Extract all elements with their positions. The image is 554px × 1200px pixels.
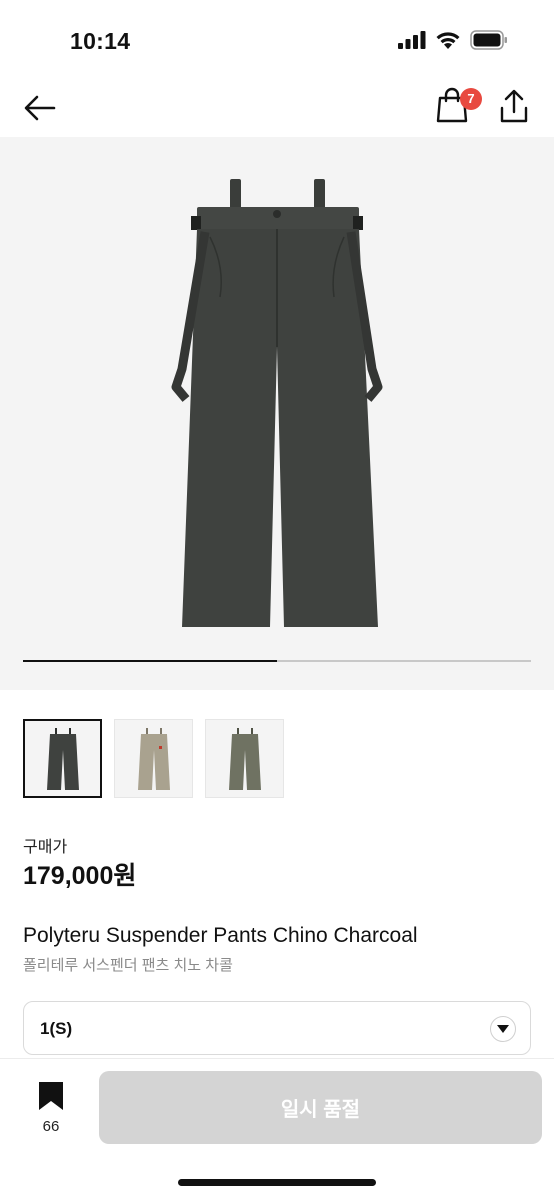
- thumbnail-khaki[interactable]: [205, 719, 284, 798]
- pants-thumbnail-image: [46, 727, 79, 790]
- battery-icon: [470, 30, 507, 50]
- cart-count-badge: 7: [460, 88, 482, 110]
- product-title-ko: 폴리테루 서스펜더 팬츠 치노 차콜: [23, 957, 233, 974]
- wifi-icon: [436, 32, 460, 49]
- pants-thumbnail-image: [228, 727, 261, 790]
- home-indicator: [178, 1179, 376, 1186]
- share-button[interactable]: [498, 88, 530, 124]
- price-label: 구매가: [23, 839, 68, 856]
- pants-thumbnail-image: [137, 727, 170, 790]
- back-arrow-icon: [24, 95, 56, 121]
- status-bar: 10:14: [0, 0, 554, 80]
- carousel-progress-fill: [23, 660, 277, 662]
- sold-out-button[interactable]: 일시 품절: [99, 1071, 542, 1144]
- product-image: [171, 179, 383, 627]
- status-icons: [398, 30, 508, 50]
- chevron-down-icon: [497, 1025, 509, 1033]
- signal-icon: [398, 31, 426, 49]
- top-nav: 7: [0, 80, 554, 136]
- color-thumbnails: [23, 719, 284, 798]
- bookmark-count: 66: [42, 1118, 60, 1135]
- cart-button[interactable]: 7: [436, 86, 482, 126]
- price: 179,000원: [23, 862, 137, 890]
- share-icon: [500, 89, 528, 123]
- size-select[interactable]: 1(S): [23, 1001, 531, 1055]
- product-image-carousel[interactable]: [0, 137, 554, 690]
- back-button[interactable]: [22, 90, 58, 126]
- bookmark-icon: [39, 1082, 63, 1110]
- size-selected-value: 1(S): [40, 1019, 73, 1038]
- product-title-en: Polyteru Suspender Pants Chino Charcoal: [23, 924, 418, 947]
- status-time: 10:14: [70, 28, 131, 54]
- size-dropdown-toggle[interactable]: [490, 1016, 516, 1042]
- thumbnail-beige[interactable]: [114, 719, 193, 798]
- bookmark-button[interactable]: 66: [34, 1081, 68, 1135]
- thumbnail-charcoal[interactable]: [23, 719, 102, 798]
- carousel-progress: [23, 660, 531, 662]
